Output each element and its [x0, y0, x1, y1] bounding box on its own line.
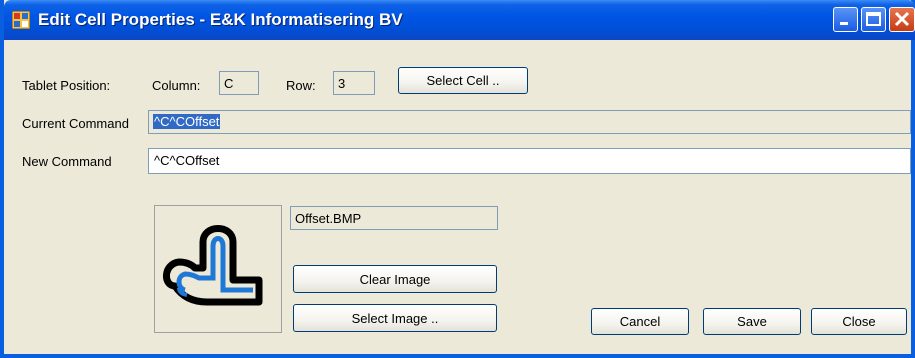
cancel-button[interactable]: Cancel — [591, 308, 689, 335]
close-button[interactable]: Close — [811, 308, 907, 335]
new-command-label: New Command — [22, 154, 112, 169]
column-field: C — [219, 71, 259, 95]
row-field: 3 — [333, 71, 375, 95]
row-label: Row: — [286, 78, 316, 93]
tablet-position-label: Tablet Position: — [22, 78, 111, 93]
app-window-icon — [12, 11, 30, 29]
edit-cell-properties-window: Edit Cell Properties - E&K Informatiseri… — [0, 0, 915, 358]
window-title: Edit Cell Properties - E&K Informatiseri… — [38, 10, 403, 29]
image-filename-field: Offset.BMP — [290, 206, 498, 230]
minimize-icon[interactable] — [833, 7, 858, 32]
image-preview — [154, 205, 282, 333]
new-command-input[interactable]: ^C^COffset — [148, 148, 911, 174]
offset-command-icon — [163, 225, 263, 306]
select-cell-button[interactable]: Select Cell .. — [398, 67, 528, 94]
close-icon[interactable] — [889, 7, 915, 32]
column-label: Column: — [152, 78, 201, 93]
current-command-field: ^C^COffset — [148, 110, 911, 134]
maximize-icon[interactable] — [861, 7, 886, 32]
save-button[interactable]: Save — [703, 308, 801, 335]
clear-image-button[interactable]: Clear Image — [293, 265, 497, 293]
dialog-body: Tablet Position: Column: C Row: 3 Select… — [8, 40, 911, 354]
current-command-value: ^C^COffset — [153, 114, 221, 129]
title-bar[interactable]: Edit Cell Properties - E&K Informatiseri… — [4, 0, 915, 40]
select-image-button[interactable]: Select Image .. — [293, 304, 497, 332]
current-command-label: Current Command — [22, 116, 129, 131]
